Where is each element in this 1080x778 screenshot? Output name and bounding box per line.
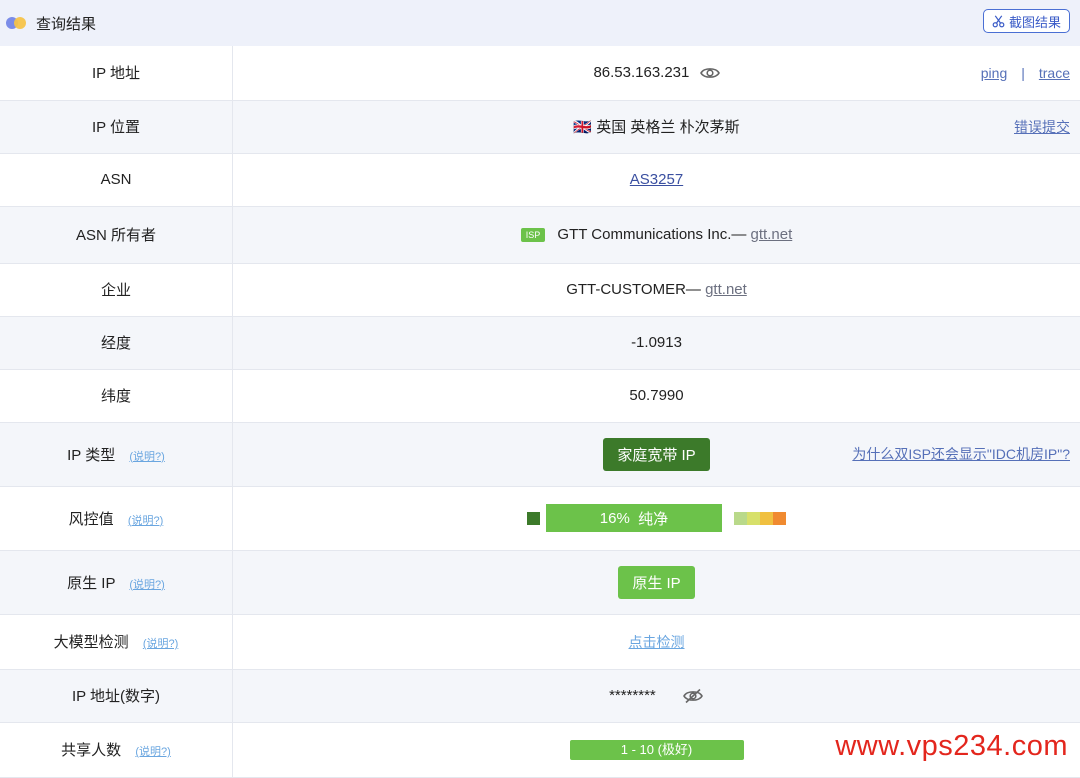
- row-location: IP 位置 🇬🇧 英国 英格兰 朴次茅斯 错误提交: [0, 100, 1080, 153]
- risk-percent: 16%: [600, 510, 630, 527]
- header-title: 查询结果: [36, 13, 96, 34]
- label-llm-detect: 大模型检测: [54, 634, 129, 651]
- risk-level: 纯净: [638, 508, 668, 529]
- value-ip-cell: 86.53.163.231 ping | trace: [233, 46, 1080, 100]
- row-asn-owner: ASN 所有者 ISP GTT Communications Inc.— gtt…: [0, 206, 1080, 263]
- label-risk-cell: 风控值 (说明?): [0, 486, 233, 550]
- label-ip: IP 地址: [0, 46, 233, 100]
- row-ip: IP 地址 86.53.163.231 ping | trace: [0, 46, 1080, 100]
- row-ip-type: IP 类型 (说明?) 家庭宽带 IP 为什么双ISP还会显示"IDC机房IP"…: [0, 422, 1080, 486]
- latitude-value: 50.7990: [233, 369, 1080, 422]
- result-table: IP 地址 86.53.163.231 ping | trace IP 位置 🇬…: [0, 46, 1080, 778]
- risk-scale-seg-2: [747, 512, 760, 525]
- label-native-ip-cell: 原生 IP (说明?): [0, 550, 233, 614]
- risk-scale-seg-4: [773, 512, 786, 525]
- label-ip-type: IP 类型: [67, 447, 115, 464]
- location-value: 英国 英格兰 朴次茅斯: [596, 119, 739, 136]
- risk-scale: [734, 512, 786, 525]
- scissors-icon: [992, 15, 1005, 28]
- link-separator: |: [1021, 65, 1025, 81]
- value-native-ip-cell: 原生 IP: [233, 550, 1080, 614]
- value-ip-numeric-cell: ********: [233, 669, 1080, 722]
- click-detect-link[interactable]: 点击检测: [629, 634, 685, 650]
- asn-link[interactable]: AS3257: [630, 171, 683, 188]
- value-risk-cell: 16% 纯净: [233, 486, 1080, 550]
- label-ip-type-cell: IP 类型 (说明?): [0, 422, 233, 486]
- logo-icon: [6, 15, 30, 31]
- ip-numeric-value: ********: [609, 687, 656, 704]
- label-asn-owner: ASN 所有者: [0, 206, 233, 263]
- label-risk: 风控值: [69, 511, 114, 528]
- native-ip-help-link[interactable]: (说明?): [129, 579, 164, 591]
- native-ip-badge: 原生 IP: [618, 566, 694, 599]
- label-llm-detect-cell: 大模型检测 (说明?): [0, 614, 233, 669]
- risk-indicator-square: [527, 512, 540, 525]
- value-asn-cell: AS3257: [233, 153, 1080, 206]
- ip-value: 86.53.163.231: [593, 64, 689, 81]
- ip-type-help-link[interactable]: (说明?): [129, 451, 164, 463]
- risk-scale-seg-3: [760, 512, 773, 525]
- shared-users-bar: 1 - 10 (极好): [570, 740, 744, 760]
- asn-owner-domain-link[interactable]: gtt.net: [751, 226, 793, 243]
- row-native-ip: 原生 IP (说明?) 原生 IP: [0, 550, 1080, 614]
- row-longitude: 经度 -1.0913: [0, 316, 1080, 369]
- eye-icon[interactable]: [700, 66, 720, 80]
- row-company: 企业 GTT-CUSTOMER— gtt.net: [0, 263, 1080, 316]
- label-native-ip: 原生 IP: [67, 575, 115, 592]
- risk-score-bar: 16% 纯净: [546, 504, 722, 532]
- shared-users-help-link[interactable]: (说明?): [135, 746, 170, 758]
- row-latitude: 纬度 50.7990: [0, 369, 1080, 422]
- value-location-cell: 🇬🇧 英国 英格兰 朴次茅斯 错误提交: [233, 100, 1080, 153]
- label-longitude: 经度: [0, 316, 233, 369]
- ping-trace-links: ping | trace: [981, 65, 1070, 81]
- dual-isp-question-link[interactable]: 为什么双ISP还会显示"IDC机房IP"?: [852, 444, 1070, 464]
- company-domain-link[interactable]: gtt.net: [705, 281, 747, 298]
- isp-badge: ISP: [521, 228, 546, 242]
- risk-meter: 16% 纯净: [527, 504, 786, 532]
- label-latitude: 纬度: [0, 369, 233, 422]
- row-risk: 风控值 (说明?) 16% 纯净: [0, 486, 1080, 550]
- asn-owner-value: GTT Communications Inc.—: [557, 226, 746, 243]
- label-location: IP 位置: [0, 100, 233, 153]
- screenshot-button[interactable]: 截图结果: [983, 9, 1070, 33]
- ping-link[interactable]: ping: [981, 65, 1007, 81]
- longitude-value: -1.0913: [233, 316, 1080, 369]
- label-asn: ASN: [0, 153, 233, 206]
- risk-scale-seg-1: [734, 512, 747, 525]
- label-shared-users: 共享人数: [61, 742, 121, 759]
- report-error-link[interactable]: 错误提交: [1014, 117, 1070, 137]
- value-asn-owner-cell: ISP GTT Communications Inc.— gtt.net: [233, 206, 1080, 263]
- trace-link[interactable]: trace: [1039, 65, 1070, 81]
- value-company-cell: GTT-CUSTOMER— gtt.net: [233, 263, 1080, 316]
- label-company: 企业: [0, 263, 233, 316]
- value-llm-detect-cell: 点击检测: [233, 614, 1080, 669]
- row-ip-numeric: IP 地址(数字) ********: [0, 669, 1080, 722]
- result-header: 查询结果 截图结果: [0, 0, 1080, 46]
- row-llm-detect: 大模型检测 (说明?) 点击检测: [0, 614, 1080, 669]
- screenshot-button-label: 截图结果: [1009, 12, 1061, 31]
- risk-help-link[interactable]: (说明?): [128, 515, 163, 527]
- value-ip-type-cell: 家庭宽带 IP 为什么双ISP还会显示"IDC机房IP"?: [233, 422, 1080, 486]
- company-value: GTT-CUSTOMER—: [566, 281, 701, 298]
- llm-detect-help-link[interactable]: (说明?): [143, 638, 178, 650]
- row-asn: ASN AS3257: [0, 153, 1080, 206]
- watermark: www.vps234.com: [835, 730, 1068, 763]
- flag-icon: 🇬🇧: [573, 119, 592, 136]
- eye-off-icon[interactable]: [682, 688, 704, 704]
- ip-type-badge: 家庭宽带 IP: [603, 438, 709, 471]
- label-ip-numeric: IP 地址(数字): [0, 669, 233, 722]
